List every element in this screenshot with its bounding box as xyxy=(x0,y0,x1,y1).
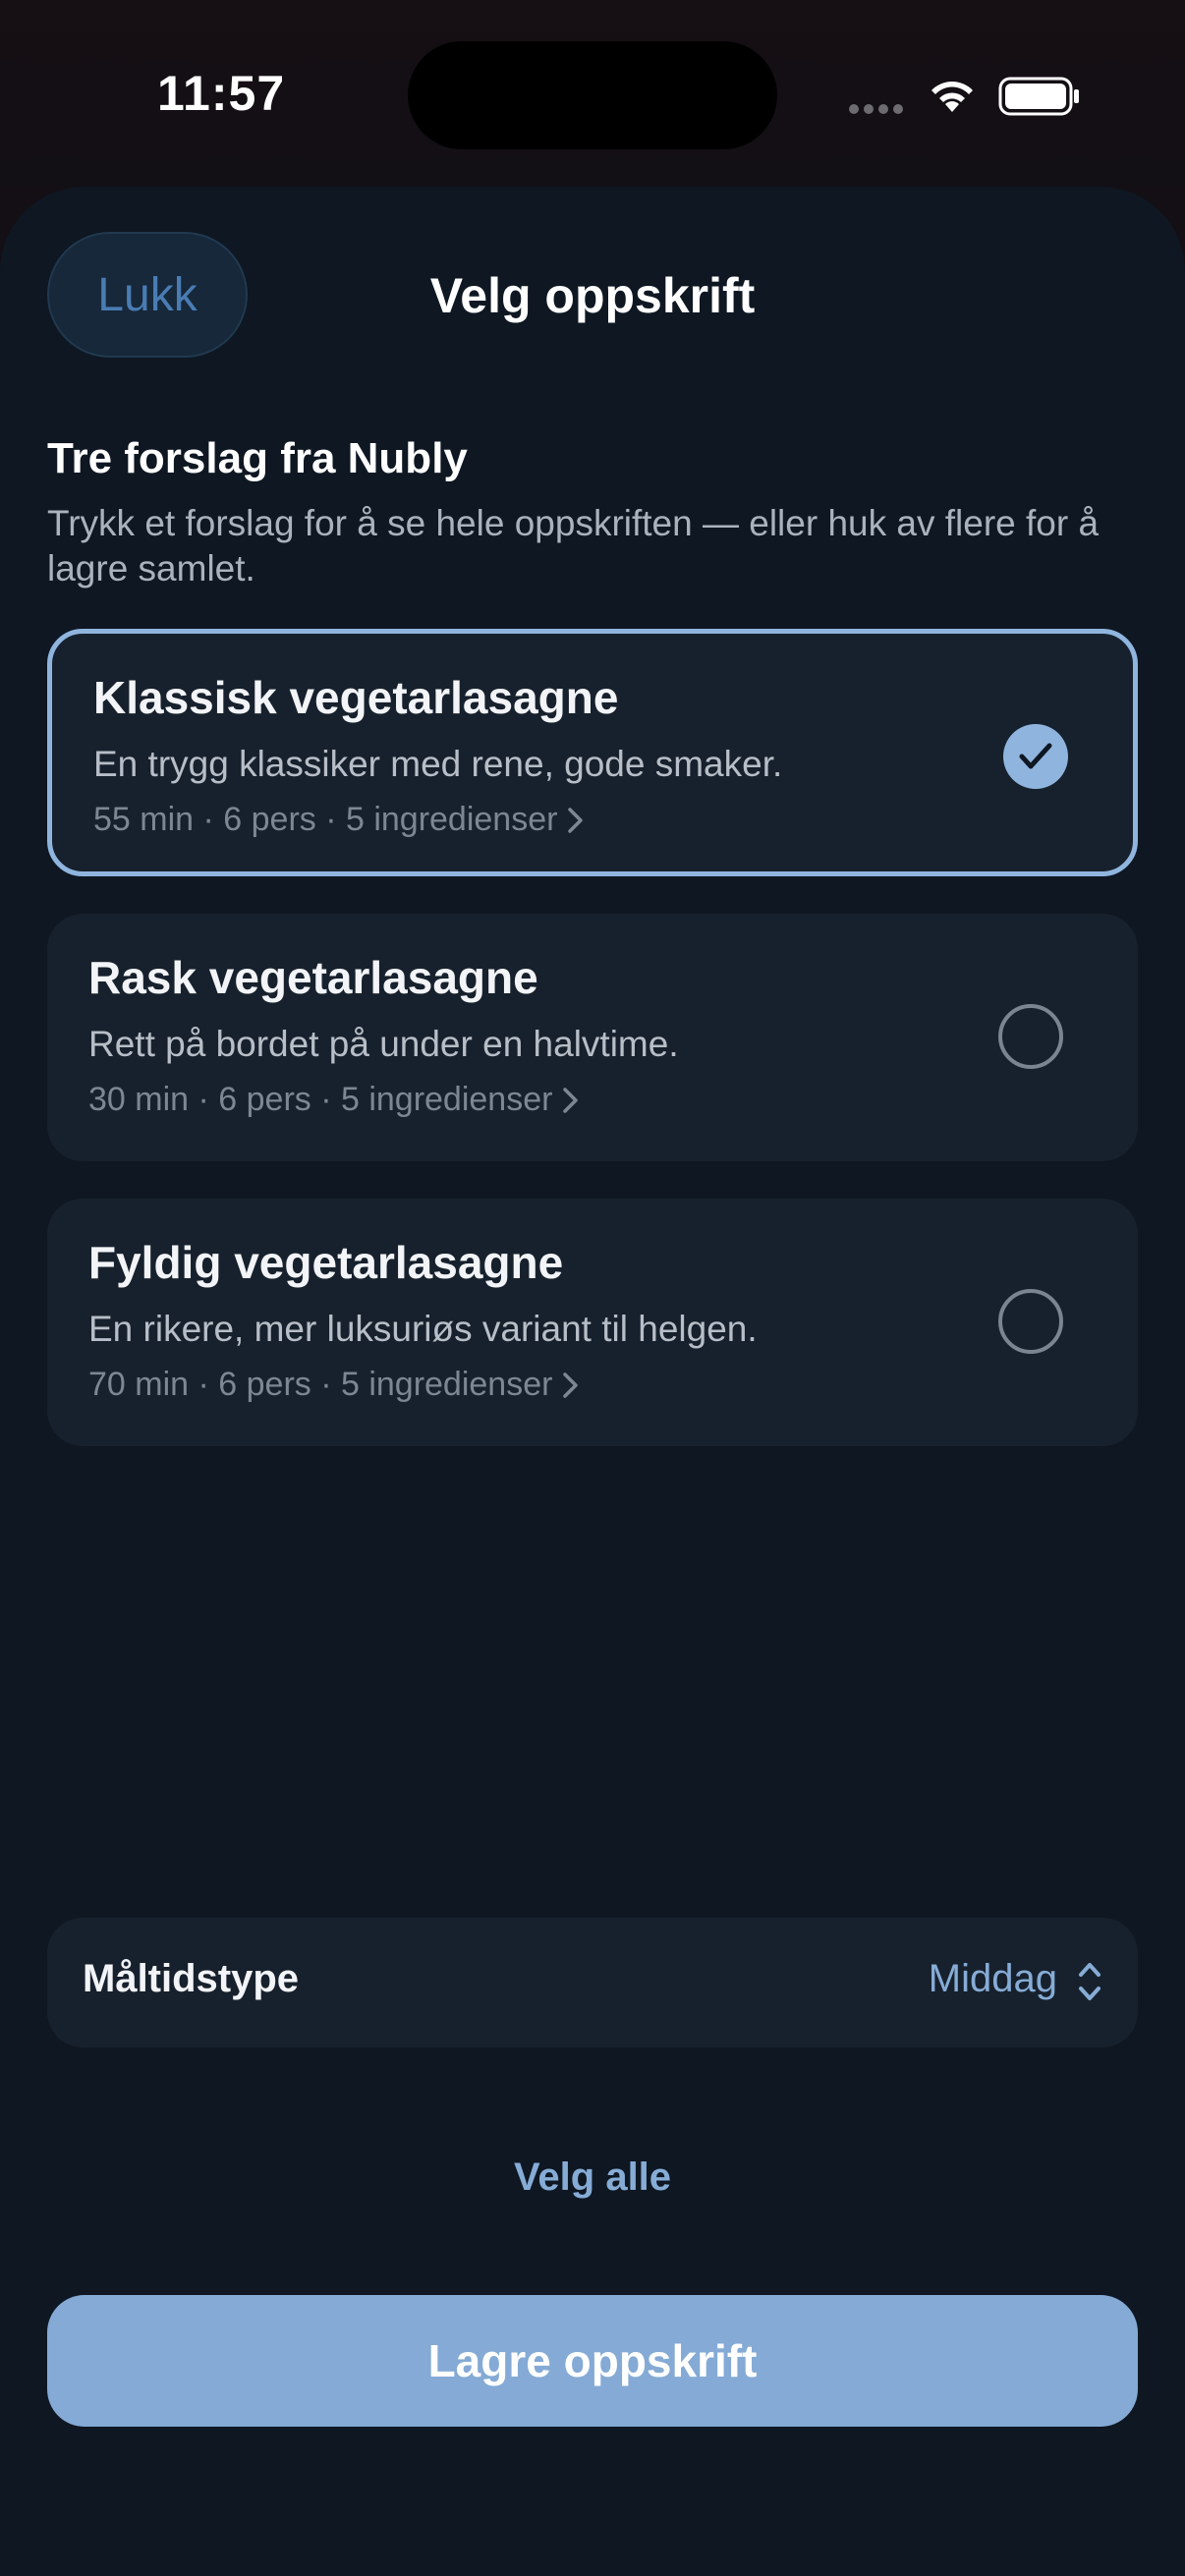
chevron-right-icon xyxy=(568,807,584,833)
battery-icon xyxy=(998,77,1079,116)
meal-type-label: Måltidstype xyxy=(83,1957,300,2000)
meal-type-picker[interactable]: Måltidstype Middag xyxy=(47,1918,1138,2047)
chevron-up-down-icon xyxy=(1079,1963,1100,2000)
recipe-meta-link[interactable]: 70 min · 6 pers · 5 ingredienser xyxy=(88,1366,580,1404)
recipe-description: En rikere, mer luksuriøs variant til hel… xyxy=(88,1309,758,1349)
wifi-icon xyxy=(931,82,973,112)
recipe-meta: 70 min · 6 pers · 5 ingredienser xyxy=(88,1366,553,1403)
recipe-title: Fyldig vegetarlasagne xyxy=(88,1237,564,1288)
section-title: Tre forslag fra Nubly xyxy=(47,434,468,482)
recipe-checkbox[interactable] xyxy=(1003,724,1068,789)
dynamic-island xyxy=(408,41,777,149)
recipe-picker-sheet: Lukk Velg oppskrift Tre forslag fra Nubl… xyxy=(0,187,1185,2576)
save-recipe-button[interactable]: Lagre oppskrift xyxy=(47,2295,1138,2427)
recipe-description: Rett på bordet på under en halvtime. xyxy=(88,1024,679,1064)
cellular-signal-icon xyxy=(849,104,903,114)
section-subtitle: Trykk et forslag for å se hele oppskrift… xyxy=(47,503,1100,588)
recipe-card-classic[interactable]: Klassisk vegetarlasagne En trygg klassik… xyxy=(47,629,1138,876)
recipe-checkbox[interactable] xyxy=(998,1289,1063,1354)
sheet-title: Velg oppskrift xyxy=(429,268,756,323)
meal-type-value: Middag xyxy=(928,1957,1057,2000)
select-all-button[interactable]: Velg alle xyxy=(0,2156,1185,2200)
recipe-meta: 30 min · 6 pers · 5 ingredienser xyxy=(88,1081,553,1118)
recipe-checkbox[interactable] xyxy=(998,1004,1063,1069)
recipe-card-rich[interactable]: Fyldig vegetarlasagne En rikere, mer luk… xyxy=(47,1199,1138,1446)
recipe-card-quick[interactable]: Rask vegetarlasagne Rett på bordet på un… xyxy=(47,914,1138,1161)
checkmark-icon xyxy=(1019,743,1052,769)
recipe-meta-link[interactable]: 55 min · 6 pers · 5 ingredienser xyxy=(93,801,585,839)
recipe-meta-link[interactable]: 30 min · 6 pers · 5 ingredienser xyxy=(88,1081,580,1119)
recipe-title: Klassisk vegetarlasagne xyxy=(93,672,619,723)
status-time: 11:57 xyxy=(157,66,286,121)
chevron-right-icon xyxy=(563,1087,579,1113)
status-bar: 11:57 xyxy=(0,0,1185,187)
recipe-description: En trygg klassiker med rene, gode smaker… xyxy=(93,744,783,784)
recipe-meta: 55 min · 6 pers · 5 ingredienser xyxy=(93,801,558,838)
chevron-right-icon xyxy=(563,1372,579,1398)
recipe-title: Rask vegetarlasagne xyxy=(88,952,538,1003)
